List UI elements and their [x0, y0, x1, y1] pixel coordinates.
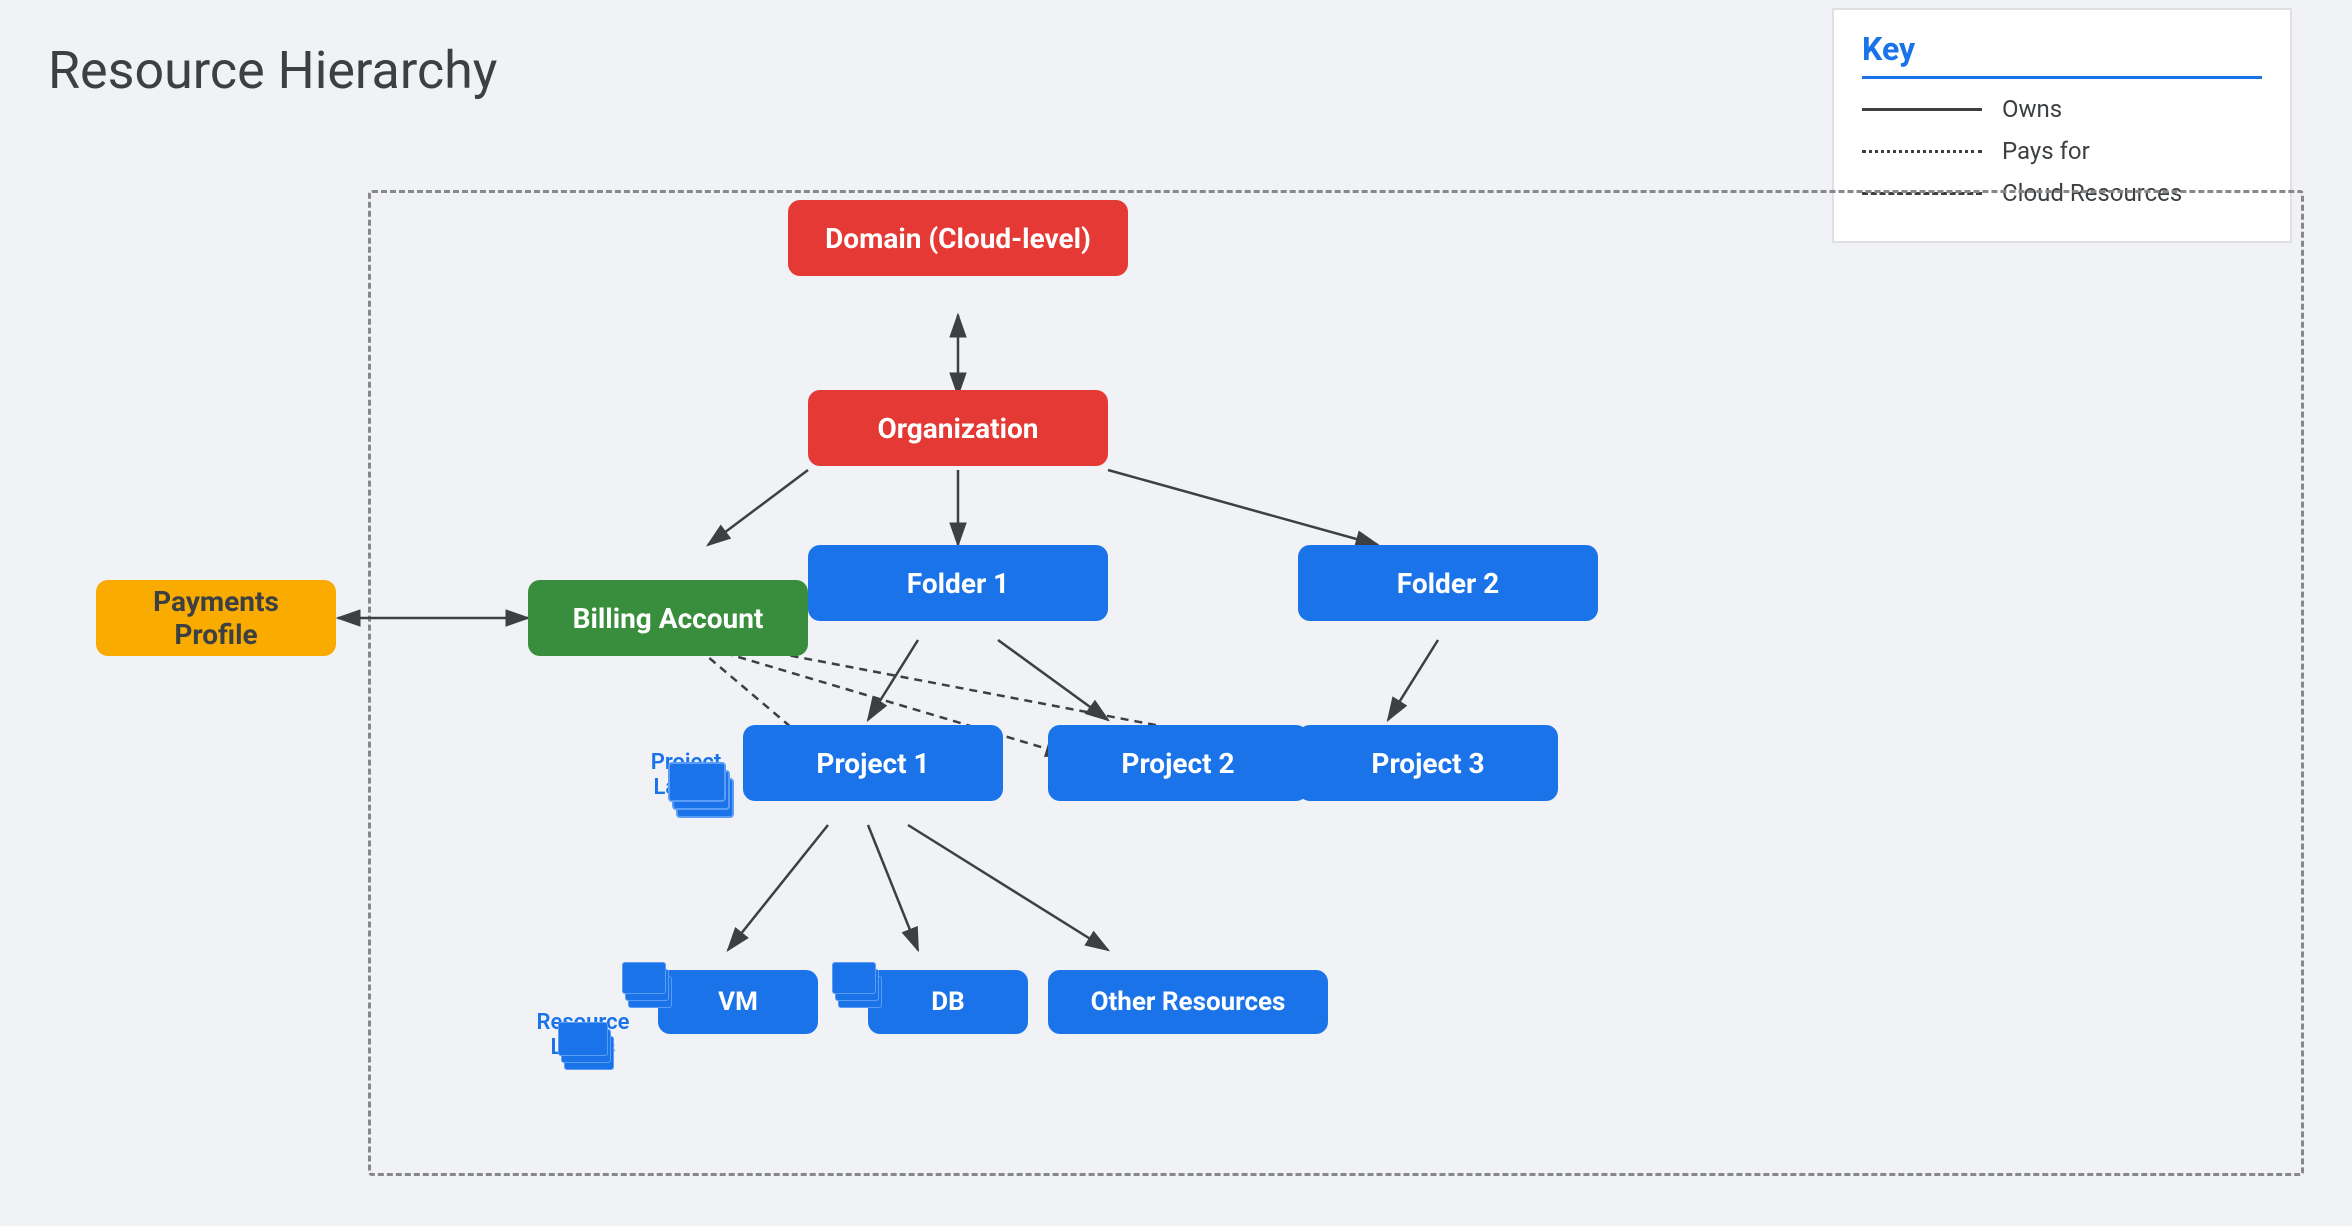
payments-profile-node: Payments Profile: [96, 580, 336, 656]
vm-node: VM: [658, 970, 818, 1034]
billing-account-node: Billing Account: [528, 580, 808, 656]
project-labels-icon: [668, 760, 738, 830]
project2-node: Project 2: [1048, 725, 1308, 801]
project3-node: Project 3: [1298, 725, 1558, 801]
project1-node: Project 1: [743, 725, 1003, 801]
folder2-node: Folder 2: [1298, 545, 1598, 621]
page-title: Resource Hierarchy: [48, 40, 497, 101]
other-resources-node: Other Resources: [1048, 970, 1328, 1034]
resource-labels-icon: [558, 1020, 618, 1080]
dashed-border: [368, 190, 2304, 1176]
key-line-owns: [1862, 108, 1982, 111]
domain-node: Domain (Cloud-level): [788, 200, 1128, 276]
organization-node: Organization: [808, 390, 1108, 466]
db-icon: [832, 960, 882, 1020]
key-title: Key: [1862, 30, 2262, 79]
folder1-node: Folder 1: [808, 545, 1108, 621]
db-node: DB: [868, 970, 1028, 1034]
key-item-owns: Owns: [1862, 95, 2262, 123]
diagram: Payments Profile Domain (Cloud-level) Or…: [48, 130, 2304, 1186]
